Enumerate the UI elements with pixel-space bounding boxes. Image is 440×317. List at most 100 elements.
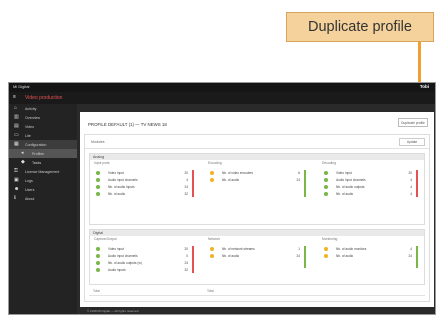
divider: [89, 295, 425, 296]
status-warning-icon: [210, 247, 214, 251]
window-title: Mi Digital: [13, 84, 30, 89]
row-label: Nb. of audio inputs: [108, 185, 135, 189]
sidebar-item-label: Lite: [25, 133, 31, 138]
sidebar-item-logs[interactable]: ▣ Logs: [9, 176, 77, 185]
sidebar-item-overview[interactable]: ▥ Overview: [9, 113, 77, 122]
info-icon: ℹ: [14, 195, 16, 201]
sidebar-item-label: Overview: [25, 115, 40, 120]
list-item: Audio inputs: [96, 267, 126, 273]
profile-icon: ◂: [21, 150, 24, 156]
video-icon: ▤: [14, 123, 19, 129]
status-ok-icon: [324, 178, 328, 182]
list-item: Nb. of video encoders: [210, 170, 253, 176]
update-button[interactable]: Update: [399, 138, 425, 146]
status-warning-icon: [324, 247, 328, 251]
sidebar: ⌂ Activity ▥ Overview ▤ Video ▭ Lite ▦ Config…: [9, 104, 77, 314]
row-value: 20: [184, 247, 188, 251]
usage-bar: [304, 246, 306, 268]
list-item: Audio input channels: [324, 177, 366, 183]
usage-bar: [416, 170, 418, 197]
row-value: 4: [410, 192, 412, 196]
list-item: Audio input channels: [96, 253, 138, 259]
sidebar-item-video[interactable]: ▤ Video: [9, 122, 77, 131]
column-header: Network: [208, 237, 221, 241]
row-value: 24: [296, 178, 300, 182]
profile-content: PROFILE DEFAULT (1) — TV NEWS 18 Duplica…: [80, 112, 434, 307]
status-ok-icon: [96, 192, 100, 196]
settings-icon: ▦: [14, 141, 19, 147]
app-window: Mi Digital Tobi ≡ Video production ⌂ Acti…: [8, 82, 436, 315]
sidebar-item-label: Licence Management: [25, 169, 60, 174]
row-label: Nb. of video encoders: [222, 171, 254, 175]
row-label: Audio inputs: [108, 268, 126, 272]
status-warning-icon: [210, 254, 214, 258]
page-title: PROFILE DEFAULT (1) — TV NEWS 18: [88, 122, 167, 127]
list-item: Nb. of audio: [96, 191, 125, 197]
row-label: Nb. of audio monitors: [336, 247, 367, 251]
row-label: Nb. of audio: [336, 192, 354, 196]
duplicate-profile-button[interactable]: Duplicate profile: [398, 118, 428, 127]
section-title: Digital: [90, 230, 424, 236]
status-warning-icon: [210, 171, 214, 175]
sidebar-item-lite[interactable]: ▭ Lite: [9, 131, 77, 140]
monitor-icon: ▭: [14, 132, 19, 138]
hamburger-menu-icon[interactable]: ≡: [13, 95, 18, 100]
row-label: Audio input channels: [336, 178, 366, 182]
section-digital: Digital Capture/Output Network Monitorin…: [89, 229, 425, 285]
list-item: Nb. of audio outputs: [324, 184, 365, 190]
column-header: Monitoring: [322, 237, 338, 241]
usage-bar: [304, 170, 306, 197]
modules-panel: Modules Update Analog Input ports Encodi…: [84, 134, 430, 302]
panel-label: Modules: [91, 140, 105, 144]
sidebar-item-licence[interactable]: ⚿ Licence Management: [9, 167, 77, 176]
status-ok-icon: [324, 171, 328, 175]
status-ok-icon: [96, 185, 100, 189]
list-item: Audio input channels: [96, 177, 138, 183]
summary-label: Total: [207, 289, 214, 293]
users-icon: ☻: [14, 186, 20, 192]
row-value: 24: [184, 185, 188, 189]
usage-bar: [416, 246, 418, 268]
row-label: Nb. of audio: [336, 254, 354, 258]
status-ok-icon: [96, 268, 100, 272]
row-label: Audio input channels: [108, 254, 138, 258]
row-value: 20: [184, 171, 188, 175]
sidebar-item-label: Profiles: [32, 151, 44, 156]
sidebar-item-label: Configuration: [25, 142, 47, 147]
sidebar-item-about[interactable]: ℹ About: [9, 194, 77, 203]
sidebar-item-users[interactable]: ☻ Users: [9, 185, 77, 194]
sidebar-item-configuration[interactable]: ▦ Configuration: [9, 140, 77, 149]
status-ok-icon: [324, 185, 328, 189]
row-label: Nb. of audio outputs (w): [108, 261, 142, 265]
user-name[interactable]: Tobi: [420, 84, 429, 89]
main-area: PROFILE DEFAULT (1) — TV NEWS 18 Duplica…: [77, 104, 435, 314]
status-ok-icon: [96, 261, 100, 265]
sidebar-item-label: About: [25, 196, 35, 201]
row-label: Nb. of audio: [222, 254, 240, 258]
chart-icon: ▥: [14, 114, 19, 120]
row-value: 4: [410, 247, 412, 251]
list-item: Video input: [96, 170, 124, 176]
status-ok-icon: [324, 192, 328, 196]
home-icon: ⌂: [14, 105, 18, 111]
row-value: 4: [410, 178, 412, 182]
row-label: Nb. of audio: [222, 178, 240, 182]
section-analog: Analog Input ports Encoding Decoding Vid…: [89, 153, 425, 225]
status-ok-icon: [96, 178, 100, 182]
usage-bar: [192, 170, 194, 197]
sidebar-item-profiles[interactable]: ◂ Profiles: [9, 149, 77, 158]
sidebar-item-tasks[interactable]: ◆ Tasks: [9, 158, 77, 167]
app-bar: ≡ Video production: [9, 92, 435, 104]
sidebar-item-label: Logs: [25, 178, 33, 183]
sidebar-item-label: Video: [25, 124, 35, 129]
sidebar-item-activity[interactable]: ⌂ Activity: [9, 104, 77, 113]
column-header: Decoding: [322, 161, 336, 165]
status-warning-icon: [210, 178, 214, 182]
task-icon: ◆: [21, 159, 25, 165]
list-item: Nb. of audio monitors: [324, 246, 366, 252]
row-value: 24: [184, 261, 188, 265]
row-value: 20: [408, 171, 412, 175]
list-item: Nb. of audio: [210, 177, 239, 183]
row-value: 6: [298, 171, 300, 175]
row-value: 0: [186, 254, 188, 258]
